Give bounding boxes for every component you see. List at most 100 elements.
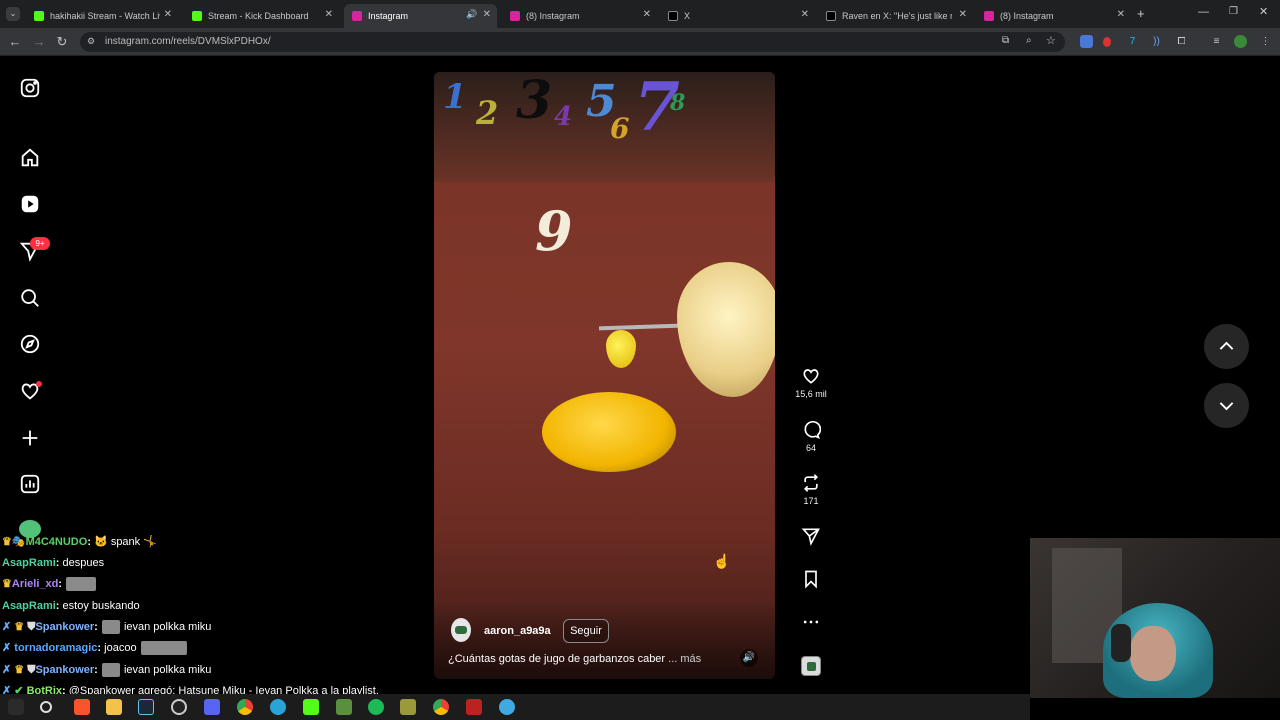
chat-text: ievan polkka miku (123, 621, 212, 633)
caption-text: ¿Cuántas gotas de jugo de garbanzos cabe… (448, 653, 666, 665)
tab-title: Stream - Kick Dashboard (208, 11, 309, 21)
close-icon[interactable]: ✕ (959, 9, 967, 20)
chrome-icon[interactable] (237, 699, 253, 715)
close-icon[interactable]: ✕ (643, 9, 651, 20)
repost-button[interactable]: 171 (791, 473, 831, 506)
tab-title: Instagram (368, 11, 409, 21)
reload-icon[interactable]: ↻ (54, 34, 70, 50)
chrome-active-icon[interactable] (433, 699, 449, 715)
extensions-puzzle-icon[interactable]: ⧠ (1175, 35, 1188, 48)
next-reel-button[interactable] (1204, 383, 1249, 428)
author-avatar[interactable] (451, 618, 471, 642)
profile-avatar[interactable] (1234, 35, 1247, 48)
number-overlay: 8 (670, 90, 686, 116)
app-c2-icon[interactable] (499, 699, 515, 715)
sword-badge-icon: ✗ (2, 642, 12, 654)
url-text: instagram.com/reels/DVMSlxPDHOx/ (105, 36, 271, 47)
reel-caption[interactable]: ¿Cuántas gotas de jugo de garbanzos cabe… (448, 653, 701, 665)
tab-title: Raven en X: "He's just like me e (842, 11, 952, 21)
bookmark-star-icon[interactable]: ☆ (1046, 34, 1056, 47)
reel-video[interactable]: 1 2 3 4 5 6 7 8 9 aaron_a9a9a Seguir ¿Cu… (434, 72, 775, 679)
steam-icon[interactable] (138, 699, 154, 715)
file-explorer-icon[interactable] (106, 699, 122, 715)
original-audio-thumbnail[interactable] (801, 656, 821, 676)
voicemeeter-icon[interactable] (466, 699, 482, 715)
close-window-icon[interactable]: ✕ (1259, 5, 1268, 18)
windows-start-icon[interactable] (8, 699, 24, 715)
app-glasses-icon[interactable] (400, 699, 416, 715)
reels-icon[interactable] (19, 193, 41, 215)
menu-kebab-icon[interactable]: ⋮ (1259, 35, 1272, 48)
save-button[interactable] (791, 569, 831, 589)
volume-icon[interactable]: 🔊 (740, 649, 758, 667)
minecraft-icon[interactable] (336, 699, 352, 715)
speaker-icon[interactable]: 🔊 (466, 9, 477, 20)
chevron-up-icon (1219, 341, 1234, 350)
back-arrow-icon[interactable]: ← (7, 34, 23, 49)
ellipsis-icon (803, 620, 819, 624)
extension-red-icon[interactable] (1103, 37, 1111, 47)
close-icon[interactable]: ✕ (483, 9, 491, 20)
caption-more-link[interactable]: ... más (668, 653, 701, 665)
follow-button[interactable]: Seguir (563, 619, 609, 643)
chat-message: AsapRami: despues (2, 557, 105, 569)
obs-icon[interactable] (171, 699, 187, 715)
discord-icon[interactable] (204, 699, 220, 715)
chickpea (677, 262, 775, 397)
tab-x-raven[interactable]: Raven en X: "He's just like me e ✕ (818, 4, 973, 28)
chat-message: ♛Arieli_xd: (2, 577, 97, 592)
forward-arrow-icon[interactable]: → (31, 34, 47, 49)
comment-button[interactable]: 64 (791, 420, 831, 453)
like-button[interactable]: 15,6 mil (791, 366, 831, 399)
tab-instagram-2[interactable]: (8) Instagram ✕ (502, 4, 657, 28)
juice-puddle (542, 392, 676, 472)
tab-title: (8) Instagram (1000, 11, 1054, 21)
media-control-icon[interactable]: ≡ (1210, 35, 1223, 48)
more-options-button[interactable] (791, 612, 831, 632)
author-username[interactable]: aaron_a9a9a (484, 625, 551, 637)
dashboard-chart-icon[interactable] (19, 473, 41, 495)
tab-kick-stream[interactable]: hakihakii Stream - Watch Live o ✕ (26, 4, 178, 28)
tab-kick-dashboard[interactable]: Stream - Kick Dashboard ✕ (184, 4, 339, 28)
create-plus-icon[interactable] (19, 427, 41, 449)
restore-icon[interactable]: ❐ (1229, 6, 1238, 17)
chat-text: spank (110, 536, 141, 548)
search-icon[interactable] (40, 701, 52, 713)
share-button[interactable] (791, 526, 831, 546)
install-app-icon[interactable]: ⧉ (1002, 35, 1009, 46)
tab-search-button[interactable]: ⌄ (6, 7, 20, 21)
close-icon[interactable]: ✕ (801, 9, 809, 20)
tab-instagram-3[interactable]: (8) Instagram ✕ (976, 4, 1131, 28)
chat-username: Arieli_xd (11, 578, 59, 590)
close-icon[interactable]: ✕ (1117, 9, 1125, 20)
mouse-cursor-icon: ☝ (713, 553, 731, 569)
close-icon[interactable]: ✕ (325, 9, 333, 20)
instagram-favicon-icon (984, 11, 994, 21)
notification-dot (36, 381, 42, 387)
chat-message: ✗ tornadoramagic: joacoo (2, 641, 188, 656)
explore-compass-icon[interactable] (19, 333, 41, 355)
close-icon[interactable]: ✕ (164, 9, 172, 20)
site-info-icon[interactable]: ⚙ (87, 36, 95, 47)
emote-icon (101, 663, 120, 678)
home-icon[interactable] (19, 147, 41, 169)
minimize-icon[interactable]: — (1198, 6, 1209, 18)
brave-icon[interactable] (74, 699, 90, 715)
tab-x[interactable]: X ✕ (660, 4, 815, 28)
extension-7tv-icon[interactable]: 7 (1126, 35, 1139, 48)
previous-reel-button[interactable] (1204, 324, 1249, 369)
search-icon[interactable] (19, 287, 41, 309)
spotify-icon[interactable] (368, 699, 384, 715)
like-count: 15,6 mil (795, 389, 827, 399)
zoom-icon[interactable]: ⌕ (1026, 35, 1032, 46)
extension-audio-icon[interactable]: )) (1150, 35, 1163, 48)
instagram-logo-icon[interactable] (19, 77, 41, 99)
x-favicon-icon (668, 11, 678, 21)
tab-instagram-active[interactable]: Instagram 🔊 ✕ (344, 4, 497, 28)
new-tab-button[interactable]: + (1137, 6, 1145, 21)
address-bar[interactable]: ⚙ instagram.com/reels/DVMSlxPDHOx/ ⧉ ⌕ ☆ (80, 32, 1065, 52)
app-c-icon[interactable] (270, 699, 286, 715)
kick-icon[interactable] (303, 699, 319, 715)
extension-translate-icon[interactable] (1080, 35, 1093, 48)
chat-username: tornadoramagic (14, 642, 98, 654)
